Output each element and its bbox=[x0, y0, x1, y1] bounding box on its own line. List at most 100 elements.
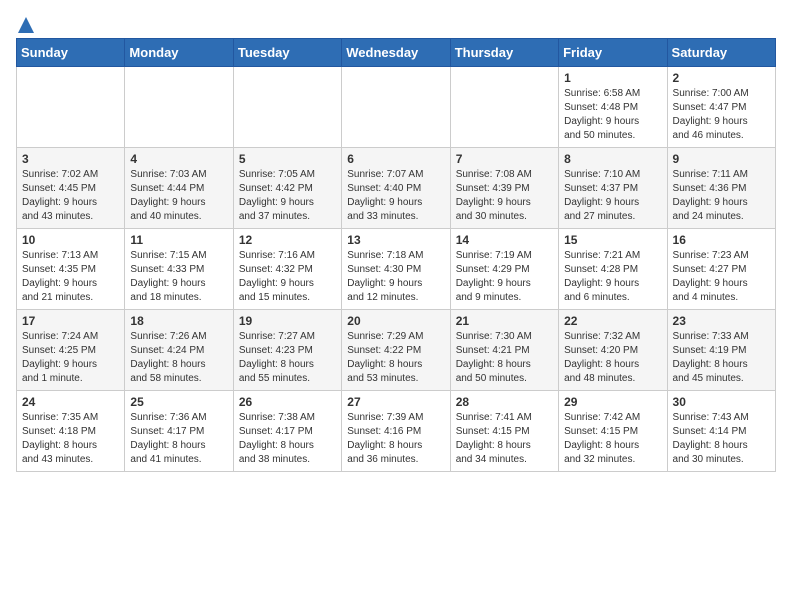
calendar-cell bbox=[125, 67, 233, 148]
day-number: 3 bbox=[22, 152, 119, 166]
day-info: Sunrise: 7:30 AM Sunset: 4:21 PM Dayligh… bbox=[456, 330, 553, 386]
day-number: 16 bbox=[673, 233, 770, 247]
day-info: Sunrise: 6:58 AM Sunset: 4:48 PM Dayligh… bbox=[564, 87, 661, 143]
calendar-cell: 19 Sunrise: 7:27 AM Sunset: 4:23 PM Dayli… bbox=[233, 310, 341, 391]
calendar-cell: 3 Sunrise: 7:02 AM Sunset: 4:45 PM Daylig… bbox=[17, 148, 125, 229]
day-info: Sunrise: 7:15 AM Sunset: 4:33 PM Dayligh… bbox=[130, 249, 227, 305]
day-info: Sunrise: 7:10 AM Sunset: 4:37 PM Dayligh… bbox=[564, 168, 661, 224]
day-number: 20 bbox=[347, 314, 444, 328]
weekday-thursday: Thursday bbox=[450, 39, 558, 67]
day-info: Sunrise: 7:21 AM Sunset: 4:28 PM Dayligh… bbox=[564, 249, 661, 305]
day-info: Sunrise: 7:36 AM Sunset: 4:17 PM Dayligh… bbox=[130, 411, 227, 467]
day-number: 11 bbox=[130, 233, 227, 247]
day-info: Sunrise: 7:33 AM Sunset: 4:19 PM Dayligh… bbox=[673, 330, 770, 386]
week-row-0: 1Sunrise: 6:58 AM Sunset: 4:48 PM Daylig… bbox=[17, 67, 776, 148]
calendar-cell: 25 Sunrise: 7:36 AM Sunset: 4:17 PM Dayli… bbox=[125, 391, 233, 472]
day-info: Sunrise: 7:43 AM Sunset: 4:14 PM Dayligh… bbox=[673, 411, 770, 467]
calendar-cell: 8 Sunrise: 7:10 AM Sunset: 4:37 PM Daylig… bbox=[559, 148, 667, 229]
day-number: 26 bbox=[239, 395, 336, 409]
calendar-cell: 16 Sunrise: 7:23 AM Sunset: 4:27 PM Dayli… bbox=[667, 229, 775, 310]
calendar-cell: 11 Sunrise: 7:15 AM Sunset: 4:33 PM Dayli… bbox=[125, 229, 233, 310]
weekday-saturday: Saturday bbox=[667, 39, 775, 67]
day-info: Sunrise: 7:07 AM Sunset: 4:40 PM Dayligh… bbox=[347, 168, 444, 224]
calendar-cell: 13 Sunrise: 7:18 AM Sunset: 4:30 PM Dayli… bbox=[342, 229, 450, 310]
day-number: 27 bbox=[347, 395, 444, 409]
weekday-sunday: Sunday bbox=[17, 39, 125, 67]
day-info: Sunrise: 7:23 AM Sunset: 4:27 PM Dayligh… bbox=[673, 249, 770, 305]
calendar-cell: 27 Sunrise: 7:39 AM Sunset: 4:16 PM Dayli… bbox=[342, 391, 450, 472]
calendar-cell: 17Sunrise: 7:24 AM Sunset: 4:25 PM Dayli… bbox=[17, 310, 125, 391]
day-number: 15 bbox=[564, 233, 661, 247]
weekday-monday: Monday bbox=[125, 39, 233, 67]
calendar-cell: 18Sunrise: 7:26 AM Sunset: 4:24 PM Dayli… bbox=[125, 310, 233, 391]
day-number: 18 bbox=[130, 314, 227, 328]
week-row-1: 3 Sunrise: 7:02 AM Sunset: 4:45 PM Daylig… bbox=[17, 148, 776, 229]
calendar-cell: 1Sunrise: 6:58 AM Sunset: 4:48 PM Daylig… bbox=[559, 67, 667, 148]
day-info: Sunrise: 7:13 AM Sunset: 4:35 PM Dayligh… bbox=[22, 249, 119, 305]
weekday-friday: Friday bbox=[559, 39, 667, 67]
day-number: 12 bbox=[239, 233, 336, 247]
day-info: Sunrise: 7:24 AM Sunset: 4:25 PM Dayligh… bbox=[22, 330, 119, 386]
calendar-cell: 15 Sunrise: 7:21 AM Sunset: 4:28 PM Dayli… bbox=[559, 229, 667, 310]
calendar-cell: 2 Sunrise: 7:00 AM Sunset: 4:47 PM Daylig… bbox=[667, 67, 775, 148]
logo bbox=[16, 16, 35, 30]
day-number: 30 bbox=[673, 395, 770, 409]
day-info: Sunrise: 7:35 AM Sunset: 4:18 PM Dayligh… bbox=[22, 411, 119, 467]
day-info: Sunrise: 7:03 AM Sunset: 4:44 PM Dayligh… bbox=[130, 168, 227, 224]
day-info: Sunrise: 7:39 AM Sunset: 4:16 PM Dayligh… bbox=[347, 411, 444, 467]
day-info: Sunrise: 7:00 AM Sunset: 4:47 PM Dayligh… bbox=[673, 87, 770, 143]
calendar-cell bbox=[233, 67, 341, 148]
day-number: 4 bbox=[130, 152, 227, 166]
day-number: 28 bbox=[456, 395, 553, 409]
calendar-cell bbox=[450, 67, 558, 148]
calendar-cell: 28 Sunrise: 7:41 AM Sunset: 4:15 PM Dayli… bbox=[450, 391, 558, 472]
day-info: Sunrise: 7:32 AM Sunset: 4:20 PM Dayligh… bbox=[564, 330, 661, 386]
calendar-cell: 5Sunrise: 7:05 AM Sunset: 4:42 PM Daylig… bbox=[233, 148, 341, 229]
day-number: 24 bbox=[22, 395, 119, 409]
day-info: Sunrise: 7:19 AM Sunset: 4:29 PM Dayligh… bbox=[456, 249, 553, 305]
week-row-4: 24 Sunrise: 7:35 AM Sunset: 4:18 PM Dayli… bbox=[17, 391, 776, 472]
day-info: Sunrise: 7:16 AM Sunset: 4:32 PM Dayligh… bbox=[239, 249, 336, 305]
day-info: Sunrise: 7:27 AM Sunset: 4:23 PM Dayligh… bbox=[239, 330, 336, 386]
calendar-cell: 29Sunrise: 7:42 AM Sunset: 4:15 PM Dayli… bbox=[559, 391, 667, 472]
weekday-tuesday: Tuesday bbox=[233, 39, 341, 67]
day-number: 6 bbox=[347, 152, 444, 166]
day-info: Sunrise: 7:29 AM Sunset: 4:22 PM Dayligh… bbox=[347, 330, 444, 386]
day-number: 10 bbox=[22, 233, 119, 247]
calendar-cell: 7 Sunrise: 7:08 AM Sunset: 4:39 PM Daylig… bbox=[450, 148, 558, 229]
calendar: SundayMondayTuesdayWednesdayThursdayFrid… bbox=[16, 38, 776, 472]
day-number: 9 bbox=[673, 152, 770, 166]
calendar-cell: 21Sunrise: 7:30 AM Sunset: 4:21 PM Dayli… bbox=[450, 310, 558, 391]
calendar-cell: 22Sunrise: 7:32 AM Sunset: 4:20 PM Dayli… bbox=[559, 310, 667, 391]
day-number: 2 bbox=[673, 71, 770, 85]
day-info: Sunrise: 7:11 AM Sunset: 4:36 PM Dayligh… bbox=[673, 168, 770, 224]
weekday-wednesday: Wednesday bbox=[342, 39, 450, 67]
day-number: 8 bbox=[564, 152, 661, 166]
day-number: 25 bbox=[130, 395, 227, 409]
day-info: Sunrise: 7:02 AM Sunset: 4:45 PM Dayligh… bbox=[22, 168, 119, 224]
calendar-cell: 4 Sunrise: 7:03 AM Sunset: 4:44 PM Daylig… bbox=[125, 148, 233, 229]
calendar-cell: 24 Sunrise: 7:35 AM Sunset: 4:18 PM Dayli… bbox=[17, 391, 125, 472]
day-number: 14 bbox=[456, 233, 553, 247]
day-number: 29 bbox=[564, 395, 661, 409]
logo-triangle-icon bbox=[17, 16, 35, 34]
day-number: 19 bbox=[239, 314, 336, 328]
calendar-cell bbox=[17, 67, 125, 148]
day-info: Sunrise: 7:18 AM Sunset: 4:30 PM Dayligh… bbox=[347, 249, 444, 305]
weekday-header-row: SundayMondayTuesdayWednesdayThursdayFrid… bbox=[17, 39, 776, 67]
day-number: 23 bbox=[673, 314, 770, 328]
calendar-cell: 26 Sunrise: 7:38 AM Sunset: 4:17 PM Dayli… bbox=[233, 391, 341, 472]
day-info: Sunrise: 7:05 AM Sunset: 4:42 PM Dayligh… bbox=[239, 168, 336, 224]
day-info: Sunrise: 7:08 AM Sunset: 4:39 PM Dayligh… bbox=[456, 168, 553, 224]
day-info: Sunrise: 7:41 AM Sunset: 4:15 PM Dayligh… bbox=[456, 411, 553, 467]
day-number: 13 bbox=[347, 233, 444, 247]
day-info: Sunrise: 7:38 AM Sunset: 4:17 PM Dayligh… bbox=[239, 411, 336, 467]
calendar-cell: 9 Sunrise: 7:11 AM Sunset: 4:36 PM Daylig… bbox=[667, 148, 775, 229]
calendar-cell: 30 Sunrise: 7:43 AM Sunset: 4:14 PM Dayli… bbox=[667, 391, 775, 472]
day-number: 7 bbox=[456, 152, 553, 166]
calendar-cell: 14 Sunrise: 7:19 AM Sunset: 4:29 PM Dayli… bbox=[450, 229, 558, 310]
calendar-cell: 20 Sunrise: 7:29 AM Sunset: 4:22 PM Dayli… bbox=[342, 310, 450, 391]
week-row-3: 17Sunrise: 7:24 AM Sunset: 4:25 PM Dayli… bbox=[17, 310, 776, 391]
calendar-cell: 12 Sunrise: 7:16 AM Sunset: 4:32 PM Dayli… bbox=[233, 229, 341, 310]
calendar-cell: 6 Sunrise: 7:07 AM Sunset: 4:40 PM Daylig… bbox=[342, 148, 450, 229]
